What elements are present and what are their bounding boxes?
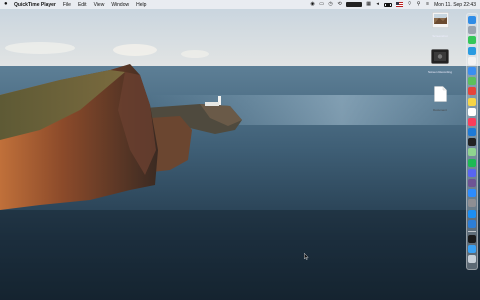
- volume-icon[interactable]: ◂: [375, 2, 380, 7]
- dock-github-desktop-icon[interactable]: [468, 179, 476, 187]
- dock-quicktime-icon[interactable]: [468, 234, 476, 243]
- dock-maps-icon[interactable]: [468, 77, 476, 86]
- dock-mail-icon[interactable]: [468, 66, 476, 75]
- dock-vscode-icon[interactable]: [468, 219, 476, 228]
- desktop-file-recording[interactable]: Screen Recording: [427, 49, 453, 74]
- desktop-file-label: Screen Recording: [427, 70, 452, 74]
- apple-menu-icon[interactable]: ●: [4, 0, 10, 9]
- clock-icon[interactable]: ◷: [328, 2, 333, 7]
- desktop-file-label: Screenshot: [432, 34, 448, 38]
- menu-edit[interactable]: Edit: [78, 2, 87, 8]
- dock-notes-icon[interactable]: [468, 97, 476, 106]
- menu-bar: ● QuickTime Player File Edit View Window…: [0, 0, 480, 9]
- mouse-cursor-icon: [304, 253, 309, 260]
- wifi-icon[interactable]: ⌔: [407, 2, 412, 7]
- menu-extra-widget[interactable]: [346, 2, 363, 7]
- desktop-file-screenshot[interactable]: Screenshot: [427, 12, 453, 38]
- dock-finder-icon[interactable]: [468, 16, 476, 24]
- dock-launchpad-icon[interactable]: [468, 26, 476, 35]
- dock-chrome-icon[interactable]: [468, 87, 476, 96]
- menu-app-name[interactable]: QuickTime Player: [14, 2, 56, 8]
- dock-zoom-icon[interactable]: [468, 189, 476, 198]
- dock: [466, 13, 478, 270]
- time-machine-icon[interactable]: ⟲: [337, 2, 342, 7]
- dock-app-store-icon[interactable]: [468, 209, 476, 218]
- dock-spotify-icon[interactable]: [468, 158, 476, 167]
- dock-music-icon[interactable]: [468, 117, 476, 126]
- video-thumbnail-icon: [431, 49, 449, 64]
- grid-icon[interactable]: ▦: [366, 2, 371, 7]
- dock-reminders-icon[interactable]: [468, 107, 476, 116]
- dock-activity-monitor-icon[interactable]: [468, 148, 476, 157]
- dock-safari-icon[interactable]: [468, 46, 476, 55]
- desktop-file-document[interactable]: Document: [427, 86, 453, 112]
- dock-trash-icon[interactable]: [468, 254, 476, 263]
- dock-separator: [468, 230, 476, 232]
- menu-view[interactable]: View: [94, 2, 105, 8]
- airplay-icon[interactable]: ▭: [319, 2, 324, 7]
- menu-help[interactable]: Help: [136, 2, 146, 8]
- dock-messages-icon[interactable]: [468, 36, 476, 45]
- control-center-icon[interactable]: ≡: [425, 2, 430, 7]
- dock-xcode-icon[interactable]: [468, 128, 476, 137]
- desktop-wallpaper: [0, 0, 480, 300]
- search-icon[interactable]: ⚲: [416, 2, 421, 7]
- screen-record-icon[interactable]: ◉: [310, 2, 315, 7]
- desktop-file-label: Document: [433, 108, 447, 112]
- image-thumbnail-icon: [431, 12, 449, 28]
- dock-calendar-icon[interactable]: [468, 56, 476, 65]
- battery-icon[interactable]: [384, 2, 393, 7]
- menu-window[interactable]: Window: [111, 2, 129, 8]
- dock-settings-icon[interactable]: [468, 199, 476, 208]
- blank-document-icon: [433, 86, 447, 102]
- menu-bar-status-area: ◉ ▭ ◷ ⟲ ▦ ◂ ⌔ ⚲ ≡ Mon 11. Sep 22:43: [310, 2, 476, 8]
- input-source-flag-icon[interactable]: [396, 2, 404, 7]
- menu-bar-clock[interactable]: Mon 11. Sep 22:43: [434, 2, 476, 8]
- menu-file[interactable]: File: [63, 2, 71, 8]
- dock-terminal-icon[interactable]: [468, 138, 476, 147]
- dock-downloads-icon[interactable]: [468, 244, 476, 253]
- dock-discord-icon[interactable]: [468, 168, 476, 177]
